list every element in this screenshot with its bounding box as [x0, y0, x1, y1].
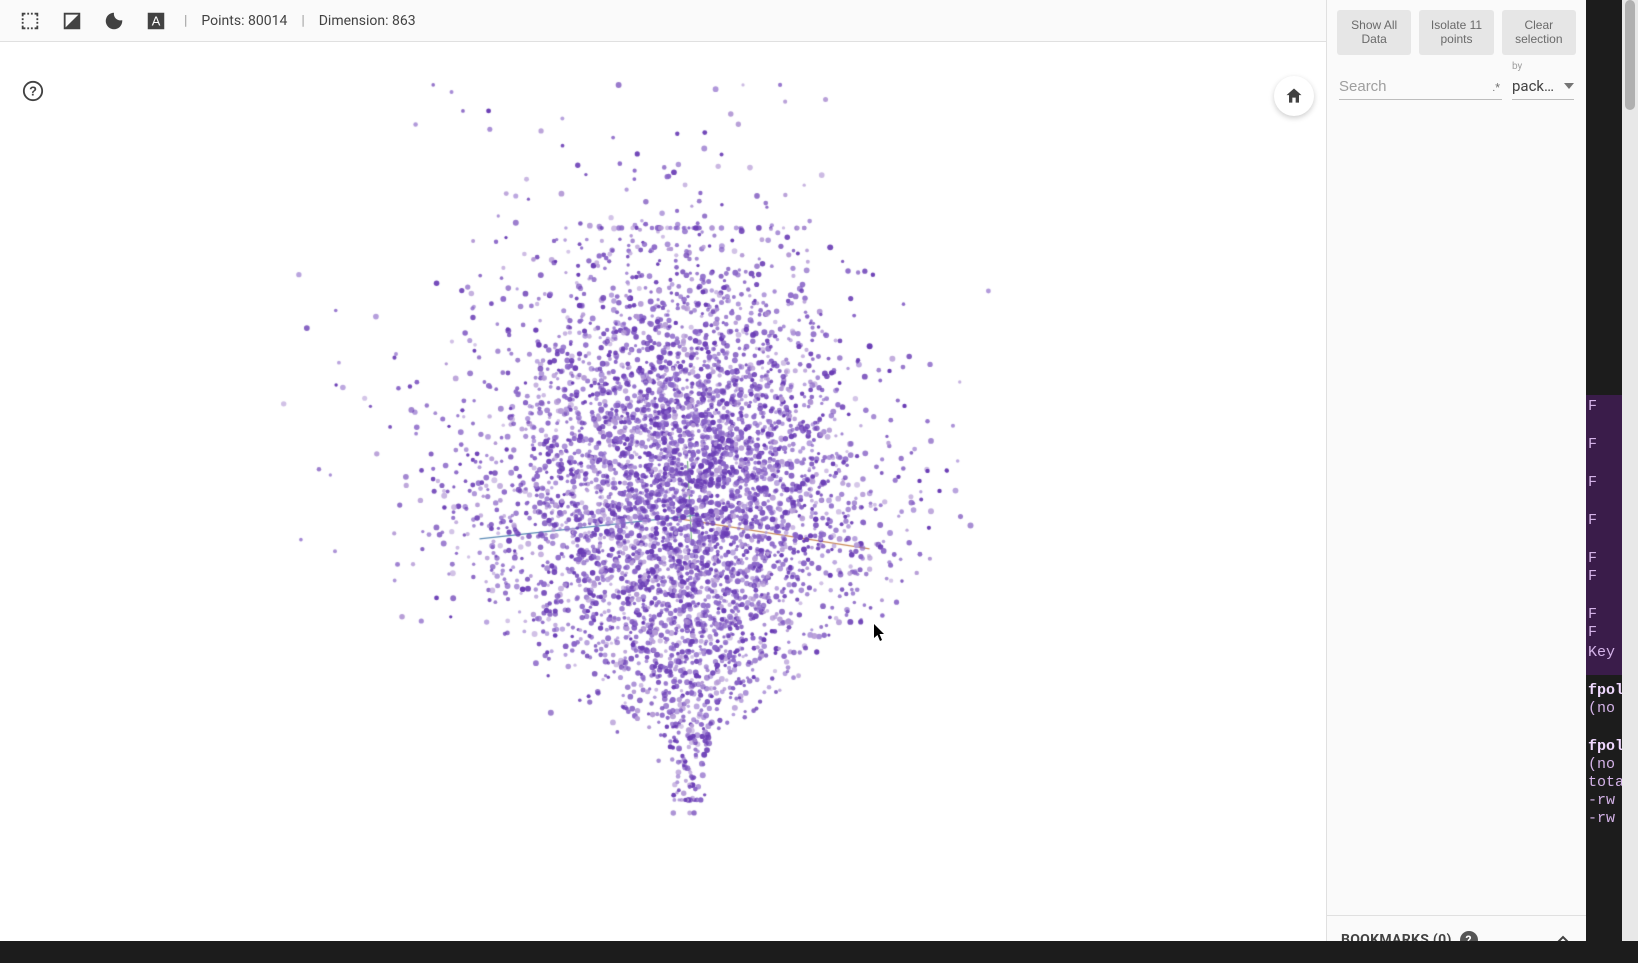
term-line: F	[1588, 512, 1597, 529]
select-rect-icon	[19, 10, 41, 32]
points-label: Points:	[201, 13, 244, 29]
dimension-value: 863	[392, 13, 416, 29]
search-wrap: .*	[1339, 74, 1502, 100]
term-line: fpol	[1588, 738, 1622, 755]
search-by-value: pack…	[1512, 77, 1554, 95]
side-spacer	[1327, 108, 1586, 915]
selection-buttons: Show All Data Isolate 11 points Clear se…	[1327, 0, 1586, 55]
night-icon	[103, 10, 125, 32]
term-line: F	[1588, 624, 1597, 641]
term-line: Key	[1588, 644, 1615, 661]
dropdown-icon	[1564, 83, 1574, 89]
label-mode-icon: A	[145, 10, 167, 32]
top-toolbar: A | Points: 80014 | Dimension: 863	[0, 0, 1326, 42]
term-line: F	[1588, 568, 1597, 585]
search-by-wrap: by pack…	[1512, 73, 1574, 100]
clear-selection-button[interactable]: Clear selection	[1502, 10, 1576, 55]
term-line: F	[1588, 606, 1597, 623]
regex-hint: .*	[1492, 81, 1500, 94]
search-by-label: by	[1512, 61, 1522, 72]
bottom-bar	[0, 941, 1638, 963]
contrast-icon	[61, 10, 83, 32]
background-terminal: F F F F F F F F Key fpol (no fpol (no to…	[1586, 0, 1622, 963]
select-rect-button[interactable]	[16, 7, 44, 35]
svg-text:A: A	[152, 13, 161, 28]
term-line: tota	[1588, 774, 1622, 791]
term-line: fpol	[1588, 682, 1622, 699]
dimension-label: Dimension:	[319, 13, 389, 29]
term-line: F	[1588, 398, 1597, 415]
points-info: Points: 80014	[201, 13, 287, 29]
term-line: (no	[1588, 756, 1615, 773]
isolate-button[interactable]: Isolate 11 points	[1419, 10, 1493, 55]
show-all-button[interactable]: Show All Data	[1337, 10, 1411, 55]
separator: |	[301, 13, 304, 29]
embedding-scatter[interactable]	[0, 42, 1326, 963]
term-line: (no	[1588, 700, 1615, 717]
search-by-select[interactable]: pack…	[1512, 73, 1574, 100]
term-line: F	[1588, 550, 1597, 567]
workspace: A | Points: 80014 | Dimension: 863 ?	[0, 0, 1326, 963]
night-mode-button[interactable]	[100, 7, 128, 35]
separator: |	[184, 13, 187, 29]
term-line: -rw	[1588, 792, 1615, 809]
side-panel: Show All Data Isolate 11 points Clear se…	[1326, 0, 1586, 963]
search-row: .* by pack…	[1327, 55, 1586, 108]
dimension-info: Dimension: 863	[319, 13, 416, 29]
visualization-area[interactable]: ?	[0, 42, 1326, 963]
term-line: -rw	[1588, 810, 1615, 827]
term-line: F	[1588, 474, 1597, 491]
label-mode-button[interactable]: A	[142, 7, 170, 35]
search-input[interactable]	[1339, 74, 1502, 100]
contrast-button[interactable]	[58, 7, 86, 35]
scroll-thumb[interactable]	[1625, 0, 1635, 110]
term-line: F	[1588, 436, 1597, 453]
points-value: 80014	[248, 13, 287, 29]
scrollbar[interactable]	[1622, 0, 1638, 963]
